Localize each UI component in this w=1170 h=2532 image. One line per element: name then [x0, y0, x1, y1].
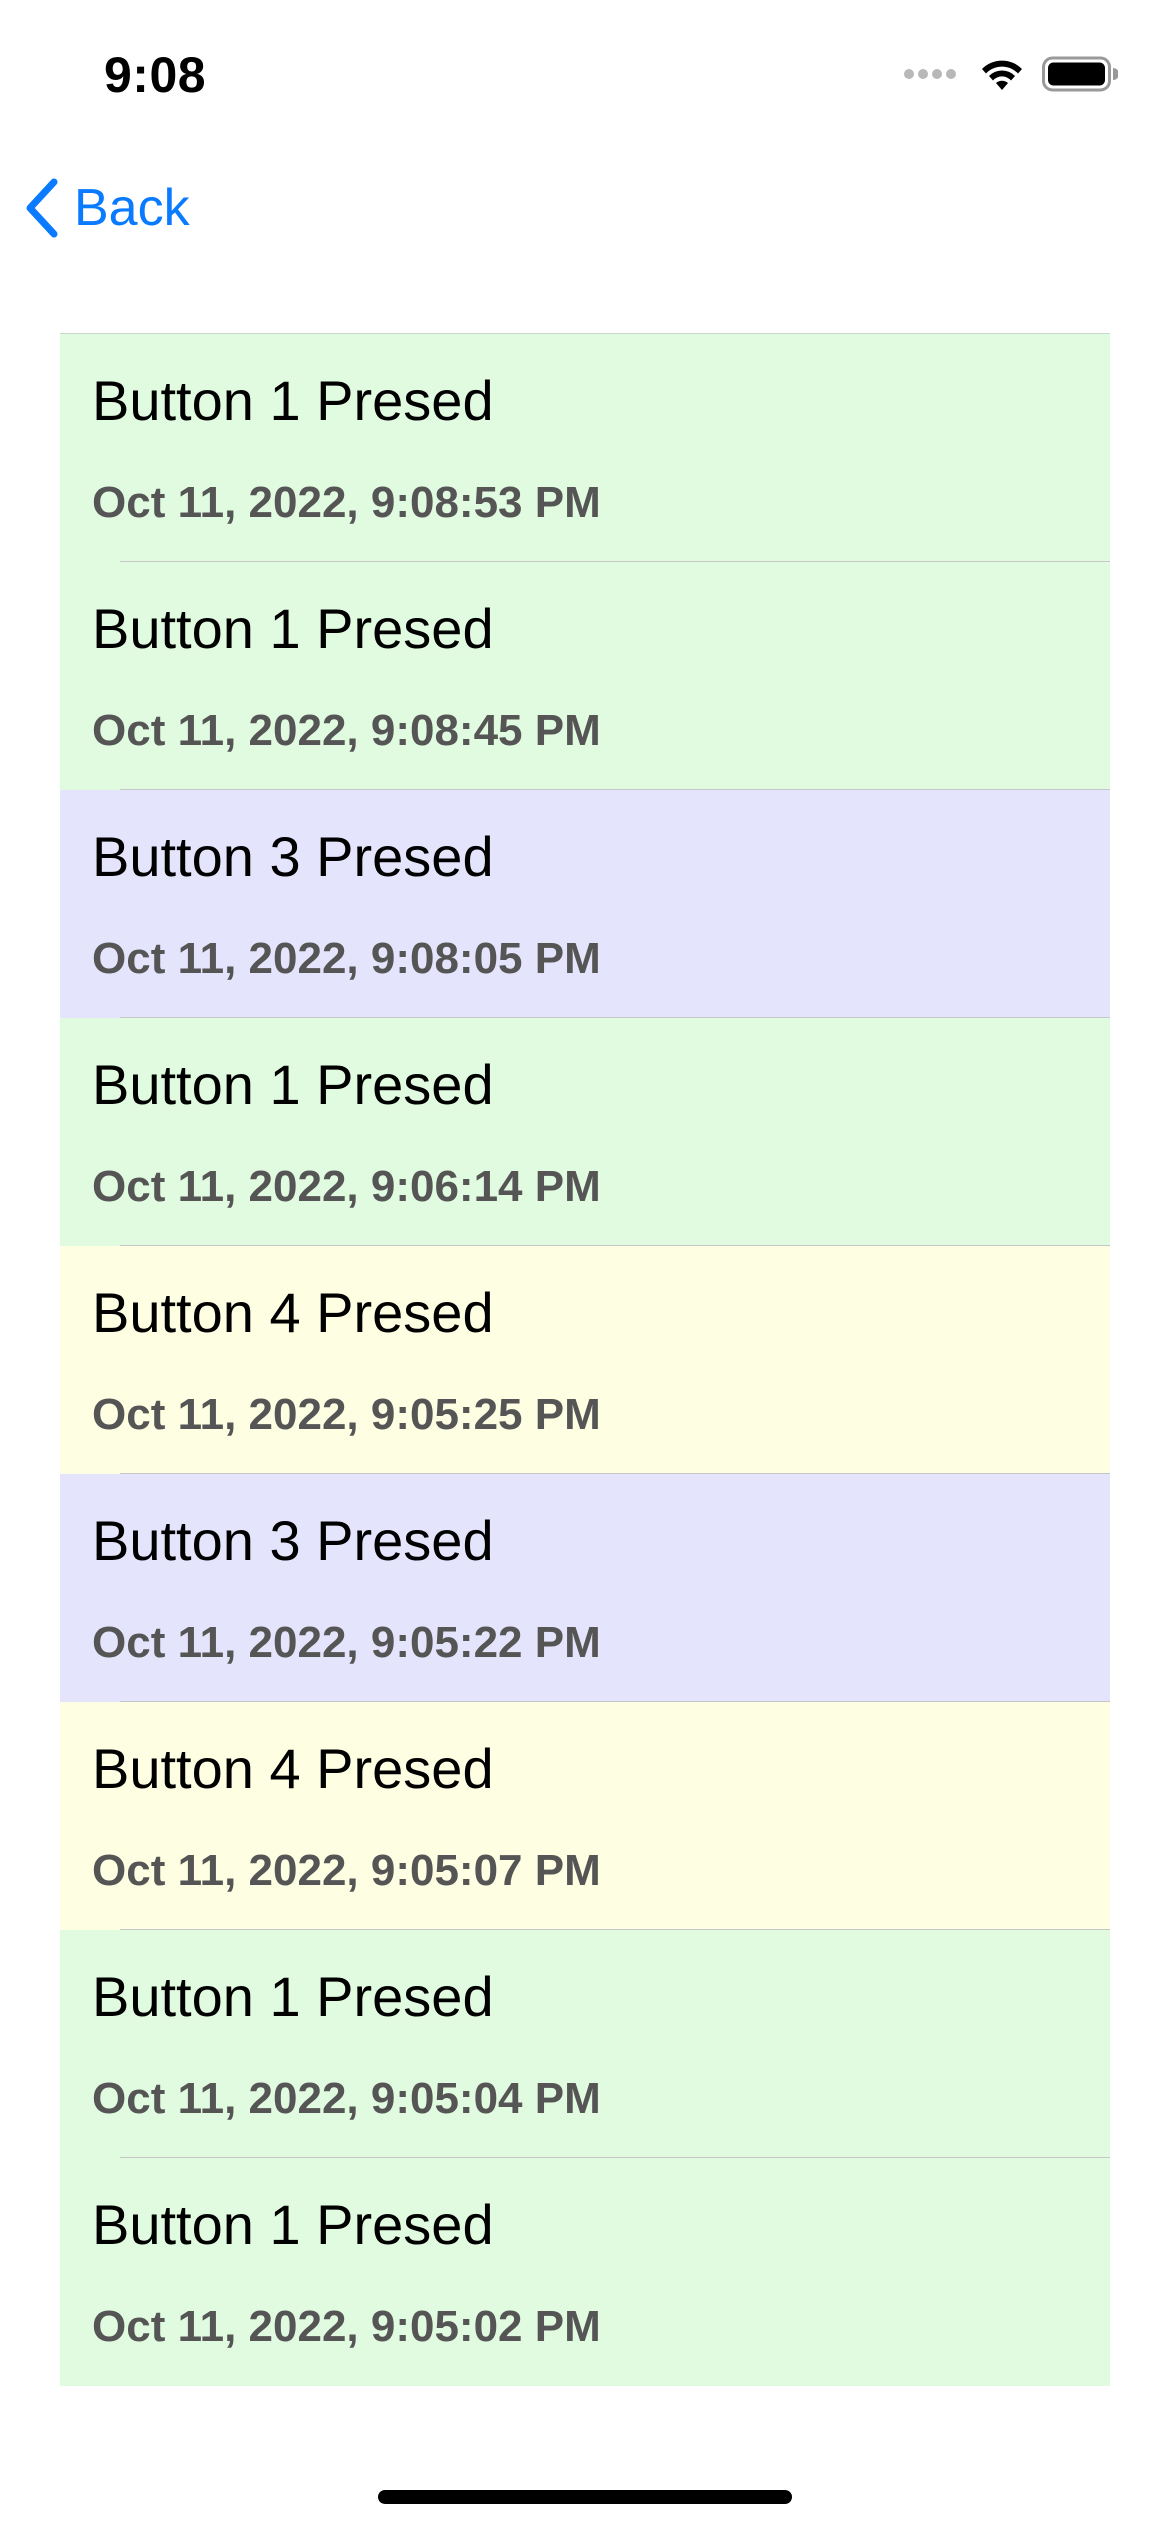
list-item[interactable]: Button 3 Presed Oct 11, 2022, 9:08:05 PM — [60, 790, 1110, 1018]
wifi-icon — [982, 60, 1022, 90]
list-item-timestamp: Oct 11, 2022, 9:05:25 PM — [92, 1390, 601, 1439]
list-item-title: Button 3 Presed — [92, 1509, 494, 1572]
list-item[interactable]: Button 1 Presed Oct 11, 2022, 9:06:14 PM — [60, 1018, 1110, 1246]
list-item-timestamp: Oct 11, 2022, 9:05:04 PM — [92, 2074, 601, 2123]
list-item[interactable]: Button 3 Presed Oct 11, 2022, 9:05:22 PM — [60, 1474, 1110, 1702]
list-item[interactable]: Button 4 Presed Oct 11, 2022, 9:05:07 PM — [60, 1702, 1110, 1930]
list-item-timestamp: Oct 11, 2022, 9:08:45 PM — [92, 706, 601, 755]
list-item-timestamp: Oct 11, 2022, 9:08:53 PM — [92, 478, 601, 527]
list-item-timestamp: Oct 11, 2022, 9:05:02 PM — [92, 2302, 601, 2351]
back-label: Back — [74, 179, 190, 237]
status-time: 9:08 — [104, 47, 207, 103]
list-item[interactable]: Button 1 Presed Oct 11, 2022, 9:08:53 PM — [60, 334, 1110, 562]
chevron-left-icon — [26, 178, 58, 238]
list-item-title: Button 1 Presed — [92, 2193, 494, 2256]
list-item-timestamp: Oct 11, 2022, 9:08:05 PM — [92, 934, 601, 983]
navigation-bar: Back — [0, 160, 1170, 260]
back-button[interactable]: Back — [24, 178, 190, 238]
cellular-signal-icon — [904, 69, 960, 79]
list-item-title: Button 1 Presed — [92, 597, 494, 660]
list-item-timestamp: Oct 11, 2022, 9:05:07 PM — [92, 1846, 601, 1895]
list-item-title: Button 4 Presed — [92, 1281, 494, 1344]
status-icons — [904, 52, 1118, 96]
list-item[interactable]: Button 1 Presed Oct 11, 2022, 9:05:04 PM — [60, 1930, 1110, 2158]
list-item-title: Button 1 Presed — [92, 1053, 494, 1116]
list-item-timestamp: Oct 11, 2022, 9:06:14 PM — [92, 1162, 601, 1211]
status-bar: 9:08 — [0, 0, 1170, 140]
home-indicator — [378, 2490, 792, 2504]
battery-icon — [1042, 56, 1118, 92]
list-item-title: Button 4 Presed — [92, 1737, 494, 1800]
list-item-timestamp: Oct 11, 2022, 9:05:22 PM — [92, 1618, 601, 1667]
list-item-title: Button 1 Presed — [92, 369, 494, 432]
press-log-list: Button 1 Presed Oct 11, 2022, 9:08:53 PM B… — [60, 333, 1110, 2386]
list-item[interactable]: Button 1 Presed Oct 11, 2022, 9:08:45 PM — [60, 562, 1110, 790]
list-item-title: Button 3 Presed — [92, 825, 494, 888]
list-item[interactable]: Button 1 Presed Oct 11, 2022, 9:05:02 PM — [60, 2158, 1110, 2386]
list-item[interactable]: Button 4 Presed Oct 11, 2022, 9:05:25 PM — [60, 1246, 1110, 1474]
list-item-title: Button 1 Presed — [92, 1965, 494, 2028]
